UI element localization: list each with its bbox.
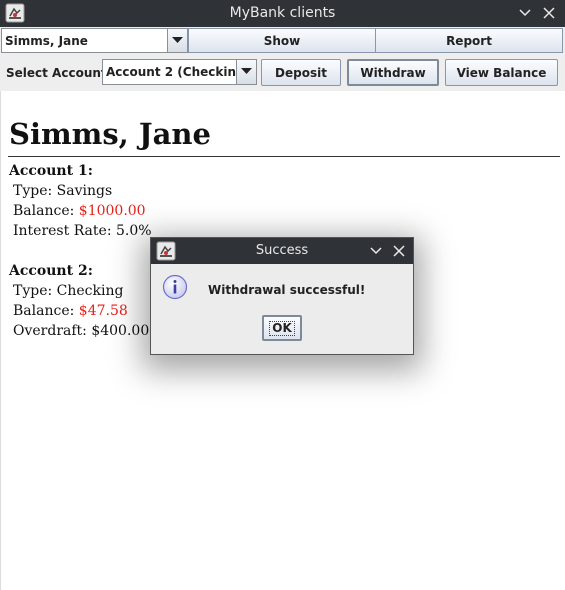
report-button-label: Report: [446, 34, 492, 48]
show-button[interactable]: Show: [188, 28, 376, 53]
dialog-title-bar[interactable]: Success: [151, 238, 413, 264]
dialog-message: Withdrawal successful!: [208, 283, 366, 297]
close-icon[interactable]: [542, 6, 556, 20]
account-1-balance-label: Balance:: [13, 203, 79, 219]
account-2-overdraft: Overdraft: $400.00: [13, 323, 150, 339]
withdraw-button[interactable]: Withdraw: [347, 59, 439, 86]
account-1-type: Type: Savings: [13, 183, 113, 199]
account-2-balance: Balance: $47.58: [13, 303, 128, 319]
select-account-label: Select Account:: [6, 66, 112, 80]
close-icon[interactable]: [392, 244, 406, 258]
client-select[interactable]: Simms, Jane: [1, 28, 188, 53]
account-1-heading: Account 1:: [9, 163, 93, 179]
info-icon: [162, 274, 188, 300]
deposit-button[interactable]: Deposit: [261, 59, 341, 86]
account-1-balance-value: $1000.00: [78, 203, 146, 219]
title-bar[interactable]: MyBank clients: [0, 0, 565, 27]
client-name-heading: Simms, Jane: [9, 117, 211, 151]
main-window: MyBank clients Simms, Jane Show Report S…: [0, 0, 565, 590]
client-select-arrow[interactable]: [167, 29, 187, 52]
account-1-balance: Balance: $1000.00: [13, 203, 146, 219]
account-2-balance-value: $47.58: [78, 303, 128, 319]
heading-divider: [8, 156, 560, 157]
triangle-down-icon: [241, 68, 252, 74]
show-button-label: Show: [263, 34, 301, 48]
account-1-interest-rate: Interest Rate: 5.0%: [13, 223, 152, 239]
success-dialog: Success Withdrawal successful! OK: [150, 237, 414, 355]
client-select-value: Simms, Jane: [5, 34, 88, 48]
ok-button[interactable]: OK: [262, 315, 302, 341]
withdraw-button-label: Withdraw: [360, 66, 426, 80]
view-balance-button[interactable]: View Balance: [445, 59, 558, 86]
view-balance-button-label: View Balance: [456, 66, 547, 80]
account-select-arrow[interactable]: [236, 60, 256, 84]
triangle-down-icon: [172, 37, 183, 43]
account-2-balance-label: Balance:: [13, 303, 79, 319]
account-2-heading: Account 2:: [9, 263, 93, 279]
deposit-button-label: Deposit: [275, 66, 327, 80]
account-select-value: Account 2 (Checking): [106, 65, 251, 79]
account-2-type: Type: Checking: [13, 283, 124, 299]
chevron-down-icon[interactable]: [369, 244, 383, 258]
client-toolbar: Simms, Jane Show Report: [0, 27, 565, 54]
report-button[interactable]: Report: [375, 28, 563, 53]
account-toolbar: Select Account: Account 2 (Checking) Dep…: [0, 54, 565, 91]
window-title: MyBank clients: [229, 5, 336, 21]
chevron-down-icon[interactable]: [518, 6, 532, 20]
ok-button-label: OK: [269, 321, 295, 336]
account-select[interactable]: Account 2 (Checking): [102, 59, 257, 85]
